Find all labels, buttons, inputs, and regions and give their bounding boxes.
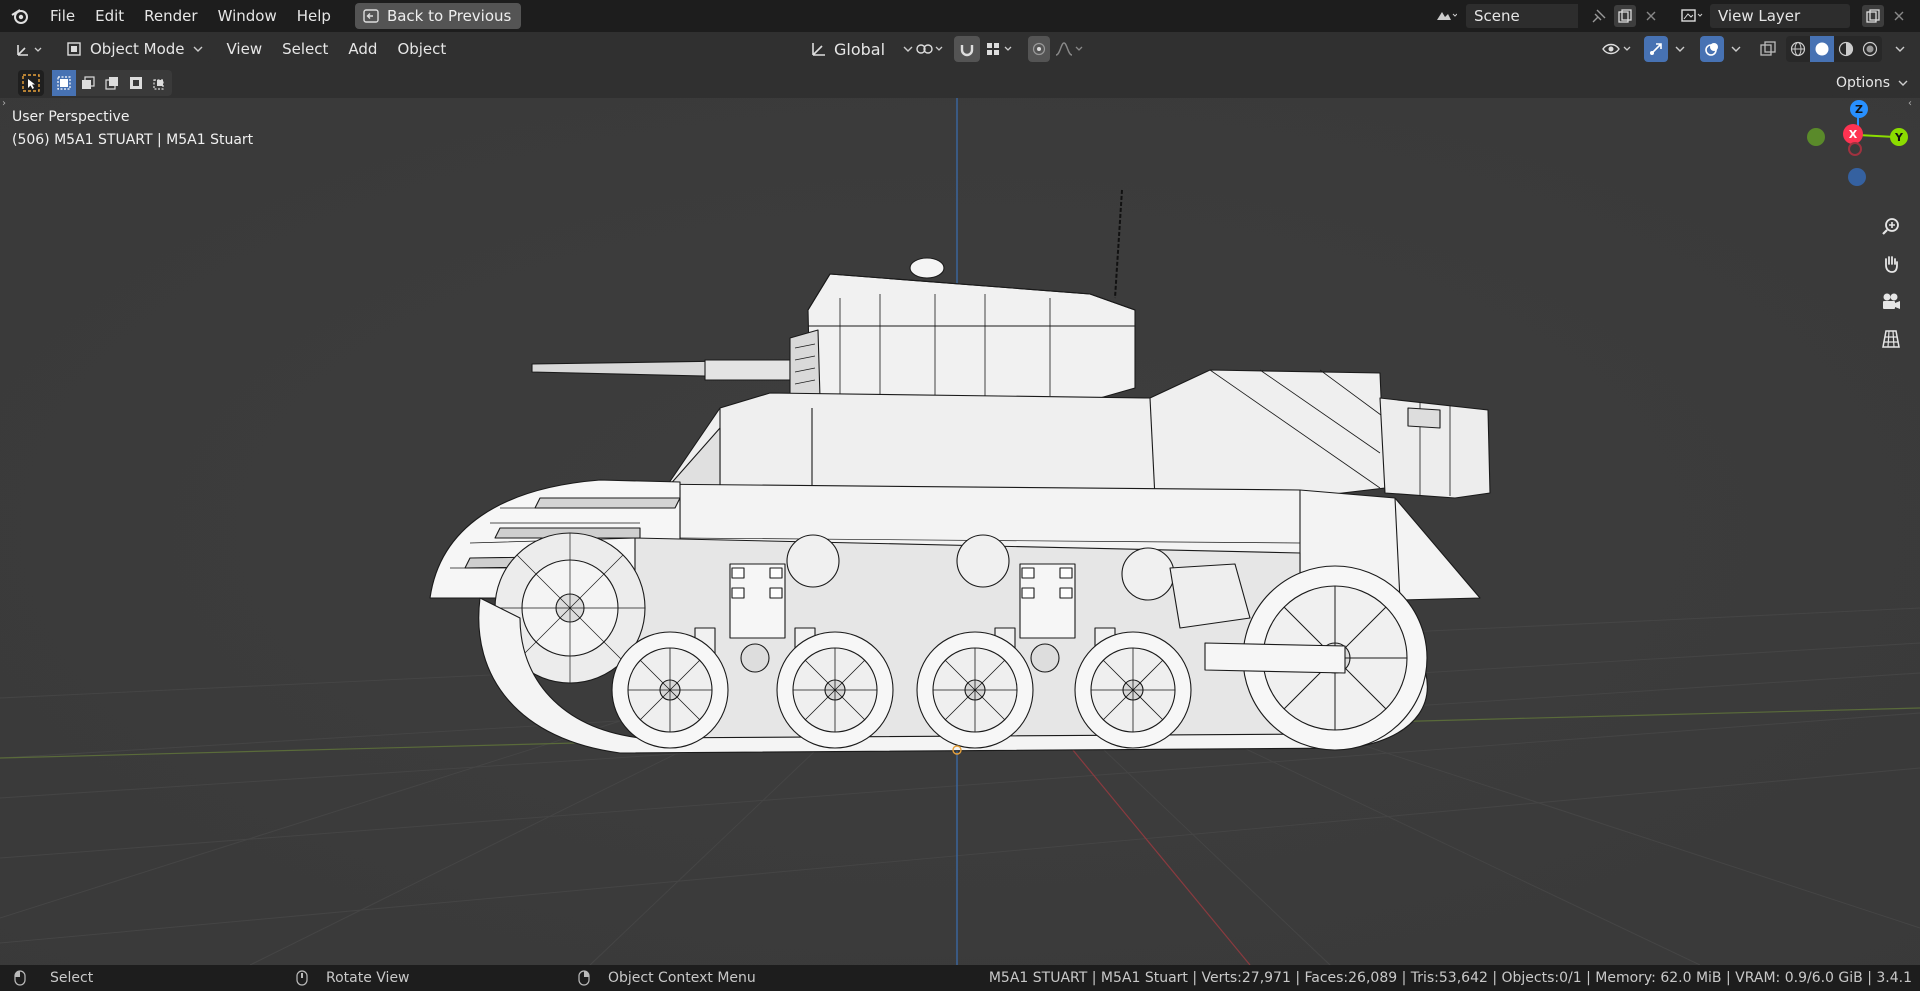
pin-icon[interactable] <box>1588 4 1610 28</box>
gizmo-x-axis[interactable]: X <box>1843 124 1863 144</box>
gizmo-neg-z-axis[interactable] <box>1848 168 1866 186</box>
select-invert-icon[interactable] <box>124 70 148 96</box>
view-layer-icon <box>1674 8 1710 24</box>
axis-editor-icon <box>15 40 45 58</box>
visibility-dropdown[interactable] <box>1600 36 1636 62</box>
back-to-previous-label: Back to Previous <box>386 7 512 25</box>
proportional-icon <box>1032 42 1046 56</box>
xray-icon <box>1760 41 1776 57</box>
scene-name[interactable]: Scene <box>1466 4 1578 28</box>
toolbar-expand-icon[interactable]: › <box>2 98 6 109</box>
gizmo-neg-x-axis[interactable] <box>1848 142 1862 156</box>
pivot-point-dropdown[interactable] <box>912 36 948 62</box>
camera-view-icon[interactable] <box>1876 287 1906 317</box>
pivot-icon <box>915 41 945 57</box>
snap-toggle[interactable] <box>954 36 980 62</box>
object-mode-dropdown[interactable]: Object Mode <box>60 36 211 62</box>
eye-icon <box>1602 41 1634 57</box>
proportional-editing-toggle[interactable] <box>1028 36 1050 62</box>
viewport-scene <box>0 98 1920 965</box>
status-bar: Select Rotate View Object Context Menu M… <box>0 965 1920 991</box>
xray-toggle[interactable] <box>1756 36 1780 62</box>
gizmo-dropdown[interactable] <box>1670 36 1690 62</box>
zoom-icon[interactable] <box>1876 212 1906 242</box>
back-icon <box>363 9 379 23</box>
sidebar-expand-icon[interactable]: ‹ <box>1908 98 1912 109</box>
snap-target-dropdown[interactable] <box>982 36 1018 62</box>
gizmo-icon <box>1648 41 1664 57</box>
mouse-middle-icon <box>296 970 308 986</box>
overlays-icon <box>1704 41 1720 57</box>
object-mode-icon <box>66 41 82 57</box>
status-select-label: Select <box>50 970 94 986</box>
new-scene-icon[interactable] <box>1614 5 1636 27</box>
rendered-shading-icon[interactable] <box>1858 36 1882 62</box>
menu-add[interactable]: Add <box>338 33 387 65</box>
overlays-toggle[interactable] <box>1700 36 1724 62</box>
tool-settings-bar <box>0 66 1920 98</box>
solid-shading-icon[interactable] <box>1810 36 1834 62</box>
menu-select[interactable]: Select <box>272 33 338 65</box>
mouse-left-icon <box>14 970 26 986</box>
pan-hand-icon[interactable] <box>1876 249 1906 279</box>
menu-render[interactable]: Render <box>134 0 207 32</box>
menu-file[interactable]: File <box>40 0 85 32</box>
gizmo-z-axis[interactable]: Z <box>1850 100 1868 118</box>
status-rotate-label: Rotate View <box>326 970 410 986</box>
scene-statistics: M5A1 STUART | M5A1 Stuart | Verts:27,971… <box>988 970 1912 986</box>
select-extend-icon[interactable] <box>76 70 100 96</box>
view-layer-selector[interactable]: View Layer <box>1674 4 1860 28</box>
new-view-layer-icon[interactable] <box>1862 5 1884 27</box>
select-box-icon <box>21 73 41 93</box>
orientation-icon <box>810 40 828 58</box>
select-subtract-icon[interactable] <box>100 70 124 96</box>
material-preview-icon[interactable] <box>1834 36 1858 62</box>
viewport-perspective-label: User Perspective <box>12 109 130 125</box>
chevron-down-icon <box>1675 45 1685 53</box>
chevron-down-icon <box>193 45 203 53</box>
transform-orientation-dropdown[interactable]: Global <box>804 36 919 62</box>
menu-help[interactable]: Help <box>287 0 341 32</box>
status-context-label: Object Context Menu <box>608 970 756 986</box>
chevron-down-icon <box>1731 45 1741 53</box>
options-dropdown[interactable]: Options <box>1830 70 1915 96</box>
falloff-curve-icon <box>1055 41 1085 57</box>
wireframe-shading-icon[interactable] <box>1786 36 1810 62</box>
blender-logo-icon[interactable] <box>0 0 40 32</box>
menu-window[interactable]: Window <box>208 0 287 32</box>
options-label: Options <box>1836 75 1891 91</box>
view-layer-name[interactable]: View Layer <box>1710 4 1850 28</box>
delete-scene-icon[interactable] <box>1640 5 1662 27</box>
selection-mode-group <box>52 70 172 96</box>
scene-selector[interactable]: Scene <box>1428 4 1578 28</box>
falloff-dropdown[interactable] <box>1052 36 1088 62</box>
3d-viewport[interactable]: User Perspective (506) M5A1 STUART | M5A… <box>0 98 1920 965</box>
orthographic-grid-icon[interactable] <box>1876 324 1906 354</box>
viewport-object-info: (506) M5A1 STUART | M5A1 Stuart <box>12 132 254 148</box>
editor-type-button[interactable] <box>10 36 50 62</box>
shading-mode-group <box>1786 36 1882 62</box>
orientation-label: Global <box>834 39 886 59</box>
select-intersect-icon[interactable] <box>148 70 172 96</box>
gizmo-y-axis[interactable]: Y <box>1890 128 1908 146</box>
chevron-down-icon <box>1898 79 1908 87</box>
object-mode-label: Object Mode <box>90 40 185 58</box>
snap-grid-icon <box>985 41 1015 57</box>
select-new-icon[interactable] <box>52 70 76 96</box>
shading-dropdown[interactable] <box>1890 36 1910 62</box>
menu-edit[interactable]: Edit <box>85 0 134 32</box>
mouse-right-icon <box>578 970 590 986</box>
back-to-previous-button[interactable]: Back to Previous <box>354 3 522 29</box>
scene-icon <box>1428 8 1464 24</box>
gizmo-neg-y-axis[interactable] <box>1807 128 1825 146</box>
gizmo-toggle[interactable] <box>1644 36 1668 62</box>
menu-object[interactable]: Object <box>387 33 456 65</box>
chevron-down-icon <box>1895 45 1905 53</box>
magnet-icon <box>959 41 975 57</box>
overlays-dropdown[interactable] <box>1726 36 1746 62</box>
delete-view-layer-icon[interactable] <box>1888 5 1910 27</box>
select-tool-button[interactable] <box>18 70 44 96</box>
menu-view[interactable]: View <box>217 33 273 65</box>
navigation-gizmo[interactable]: Z X Y <box>1806 98 1916 198</box>
